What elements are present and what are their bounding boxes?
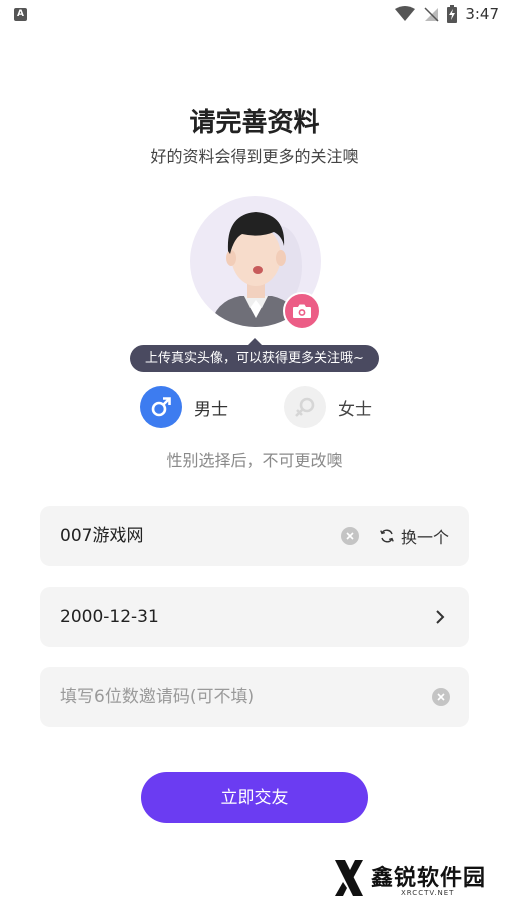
nickname-value[interactable]: 007游戏网 <box>60 506 143 566</box>
status-right: 3:47 <box>395 4 499 24</box>
gender-option-male[interactable]: 男士 <box>140 386 228 428</box>
male-label: 男士 <box>194 399 228 420</box>
clear-nickname-icon[interactable] <box>341 527 359 545</box>
gender-option-female[interactable]: 女士 <box>284 386 372 428</box>
app-notification-icon: A <box>14 8 27 21</box>
upload-avatar-button[interactable] <box>283 292 321 330</box>
page-subtitle: 好的资料会得到更多的关注噢 <box>150 147 359 166</box>
female-label: 女士 <box>338 399 372 420</box>
watermark-sub: XRCCTV.NET <box>401 889 455 897</box>
refresh-icon <box>380 529 394 543</box>
watermark-text: 鑫锐软件园 <box>371 866 487 891</box>
clear-invite-icon[interactable] <box>432 688 450 706</box>
status-time: 3:47 <box>465 5 499 23</box>
chevron-right-icon <box>436 610 445 624</box>
birthday-field[interactable]: 2000-12-31 <box>40 587 469 647</box>
male-icon <box>140 386 182 428</box>
avatar-tooltip: 上传真实头像，可以获得更多关注哦~ <box>130 338 379 372</box>
wifi-icon <box>395 6 416 21</box>
page-title: 请完善资料 <box>189 108 320 138</box>
submit-button[interactable]: 立即交友 <box>141 772 368 823</box>
female-icon <box>284 386 326 428</box>
x-logo-icon <box>335 860 363 896</box>
birthday-value: 2000-12-31 <box>60 607 159 627</box>
camera-icon <box>293 304 311 318</box>
invite-code-field[interactable]: 填写6位数邀请码(可不填) <box>40 667 469 727</box>
refresh-nickname-button[interactable]: 换一个 <box>379 506 449 566</box>
gender-note: 性别选择后，不可更改噢 <box>166 451 343 470</box>
watermark-logo: 鑫锐软件园 XRCCTV.NET <box>331 856 496 900</box>
refresh-label: 换一个 <box>400 528 449 547</box>
invite-code-input[interactable]: 填写6位数邀请码(可不填) <box>60 667 254 727</box>
status-bar: A 3:47 <box>0 0 509 28</box>
battery-charging-icon <box>447 5 458 23</box>
nickname-field[interactable]: 007游戏网 换一个 <box>40 506 469 566</box>
no-signal-icon <box>424 7 439 22</box>
